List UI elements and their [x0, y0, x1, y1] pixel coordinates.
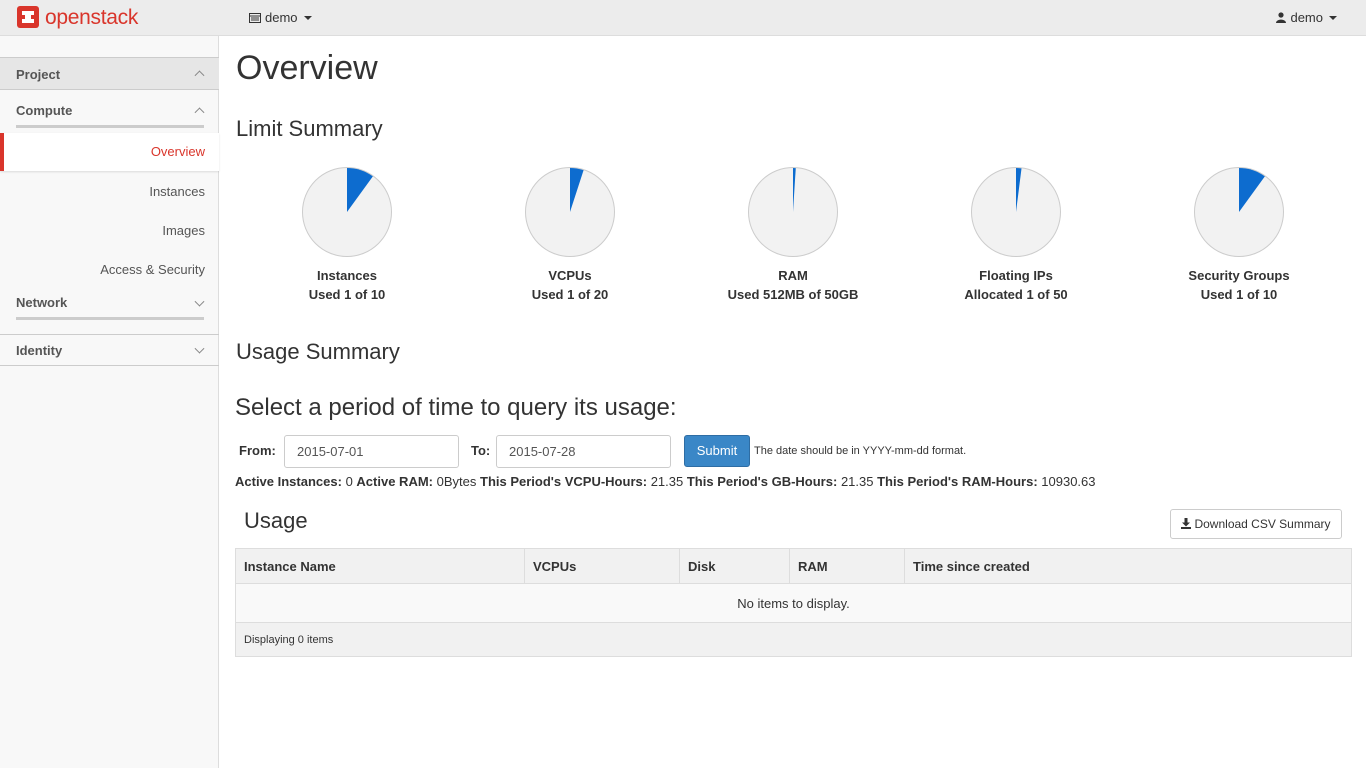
usage-stats: Active Instances: 0 Active RAM: 0Bytes T…: [235, 474, 1096, 489]
sidebar-section-network[interactable]: Network: [0, 290, 219, 316]
stat-label: This Period's VCPU-Hours:: [480, 474, 648, 489]
sidebar-item-label: Overview: [150, 144, 205, 159]
stat-value: 21.35: [650, 474, 684, 489]
pie-chart: [971, 167, 1061, 257]
table-footer-count: Displaying 0 items: [235, 622, 1352, 657]
stat-value: 0Bytes: [436, 474, 477, 489]
to-label: To:: [471, 443, 491, 458]
chevron-up-icon: [194, 69, 205, 80]
openstack-logo[interactable]: openstack: [16, 5, 138, 31]
user-menu-label: demo: [1290, 10, 1323, 25]
stat-value: 21.35: [840, 474, 874, 489]
column-header-vcpus[interactable]: VCPUs: [524, 548, 680, 584]
user-menu-dropdown[interactable]: demo: [1276, 10, 1337, 25]
pie-chart: [302, 167, 392, 257]
chevron-down-icon: [194, 343, 205, 354]
limit-usage: Used 512MB of 50GB: [727, 287, 859, 302]
table-header-row: Instance Name VCPUs Disk RAM Time since …: [235, 548, 1352, 584]
project-selector-label: demo: [265, 10, 298, 25]
limit-pie-ram: RAM Used 512MB of 50GB: [703, 166, 883, 302]
limit-name: Floating IPs: [979, 268, 1053, 283]
submit-button[interactable]: Submit: [684, 435, 750, 467]
usage-heading: Usage: [244, 508, 308, 533]
limit-usage: Used 1 of 20: [531, 287, 609, 302]
sidebar-section-compute[interactable]: Compute: [0, 98, 219, 124]
limit-pie-security-groups: Security Groups Used 1 of 10: [1149, 166, 1329, 302]
stat-value: 0: [345, 474, 353, 489]
sidebar: Project Compute Overview Instances Image…: [0, 36, 219, 768]
period-heading: Select a period of time to query its usa…: [235, 394, 677, 421]
chevron-up-icon: [194, 107, 205, 118]
sidebar-item-access-security[interactable]: Access & Security: [0, 251, 219, 289]
from-label: From:: [239, 443, 276, 458]
sidebar-item-images[interactable]: Images: [0, 212, 219, 250]
column-header-disk[interactable]: Disk: [679, 548, 790, 584]
stat-value: 10930.63: [1041, 474, 1096, 489]
usage-table: Instance Name VCPUs Disk RAM Time since …: [235, 548, 1352, 657]
sidebar-section-label: Network: [16, 295, 68, 310]
date-range-form: From: 2015-07-01 To: 2015-07-28 Submit T…: [235, 435, 1135, 469]
sidebar-item-overview[interactable]: Overview: [0, 133, 219, 171]
project-selector-dropdown[interactable]: demo: [249, 10, 312, 25]
chevron-down-icon: [303, 15, 312, 20]
download-icon: [1181, 518, 1192, 529]
download-csv-button[interactable]: Download CSV Summary: [1170, 509, 1342, 539]
pie-chart: [1194, 167, 1284, 257]
column-header-instance-name[interactable]: Instance Name: [235, 548, 525, 584]
sidebar-section-identity[interactable]: Identity: [0, 334, 219, 366]
sidebar-section-label: Compute: [16, 103, 73, 118]
limit-name: Security Groups: [1188, 268, 1290, 283]
pie-chart: [525, 167, 615, 257]
sidebar-section-project[interactable]: Project: [0, 57, 219, 90]
limit-name: VCPUs: [548, 268, 592, 283]
sidebar-item-label: Instances: [149, 184, 205, 199]
limit-usage: Used 1 of 10: [1200, 287, 1278, 302]
sidebar-item-label: Images: [162, 223, 205, 238]
stat-label: This Period's RAM-Hours:: [877, 474, 1038, 489]
download-csv-label: Download CSV Summary: [1194, 517, 1331, 531]
project-icon: [249, 12, 261, 23]
sidebar-item-label: Access & Security: [100, 262, 205, 277]
limit-summary-heading: Limit Summary: [236, 116, 383, 141]
limit-pie-floating-ips: Floating IPs Allocated 1 of 50: [926, 166, 1106, 302]
user-icon: [1276, 12, 1287, 23]
sidebar-item-instances[interactable]: Instances: [0, 173, 219, 211]
table-row: No items to display.: [235, 583, 1352, 623]
to-date-input[interactable]: 2015-07-28: [496, 435, 671, 468]
limit-usage: Used 1 of 10: [308, 287, 386, 302]
date-format-help: The date should be in YYYY-mm-dd format.: [754, 445, 967, 457]
page-title: Overview: [236, 49, 378, 87]
column-header-ram[interactable]: RAM: [789, 548, 905, 584]
brand-name: openstack: [45, 6, 139, 29]
stat-label: This Period's GB-Hours:: [686, 474, 838, 489]
usage-summary-heading: Usage Summary: [236, 339, 400, 364]
limit-pie-vcpus: VCPUs Used 1 of 20: [480, 166, 660, 302]
sidebar-section-label: Project: [16, 67, 61, 82]
limit-usage: Allocated 1 of 50: [964, 287, 1068, 302]
table-footer-row: Displaying 0 items: [235, 622, 1352, 657]
limit-pies: Instances Used 1 of 10 VCPUs Used 1 of 2…: [235, 166, 1352, 306]
from-date-input[interactable]: 2015-07-01: [284, 435, 459, 468]
empty-table-message: No items to display.: [235, 583, 1352, 623]
limit-pie-instances: Instances Used 1 of 10: [257, 166, 437, 302]
divider: [16, 317, 204, 320]
stat-label: Active RAM:: [356, 474, 433, 489]
divider: [16, 125, 204, 128]
openstack-logo-icon: [17, 6, 39, 28]
top-navbar: openstack demo demo: [0, 0, 1366, 36]
pie-chart: [748, 167, 838, 257]
column-header-time-since-created[interactable]: Time since created: [904, 548, 1352, 584]
limit-name: Instances: [317, 268, 377, 283]
chevron-down-icon: [1329, 15, 1337, 20]
stat-label: Active Instances:: [235, 474, 342, 489]
chevron-down-icon: [194, 296, 205, 307]
sidebar-section-label: Identity: [16, 343, 63, 358]
limit-name: RAM: [778, 268, 808, 283]
